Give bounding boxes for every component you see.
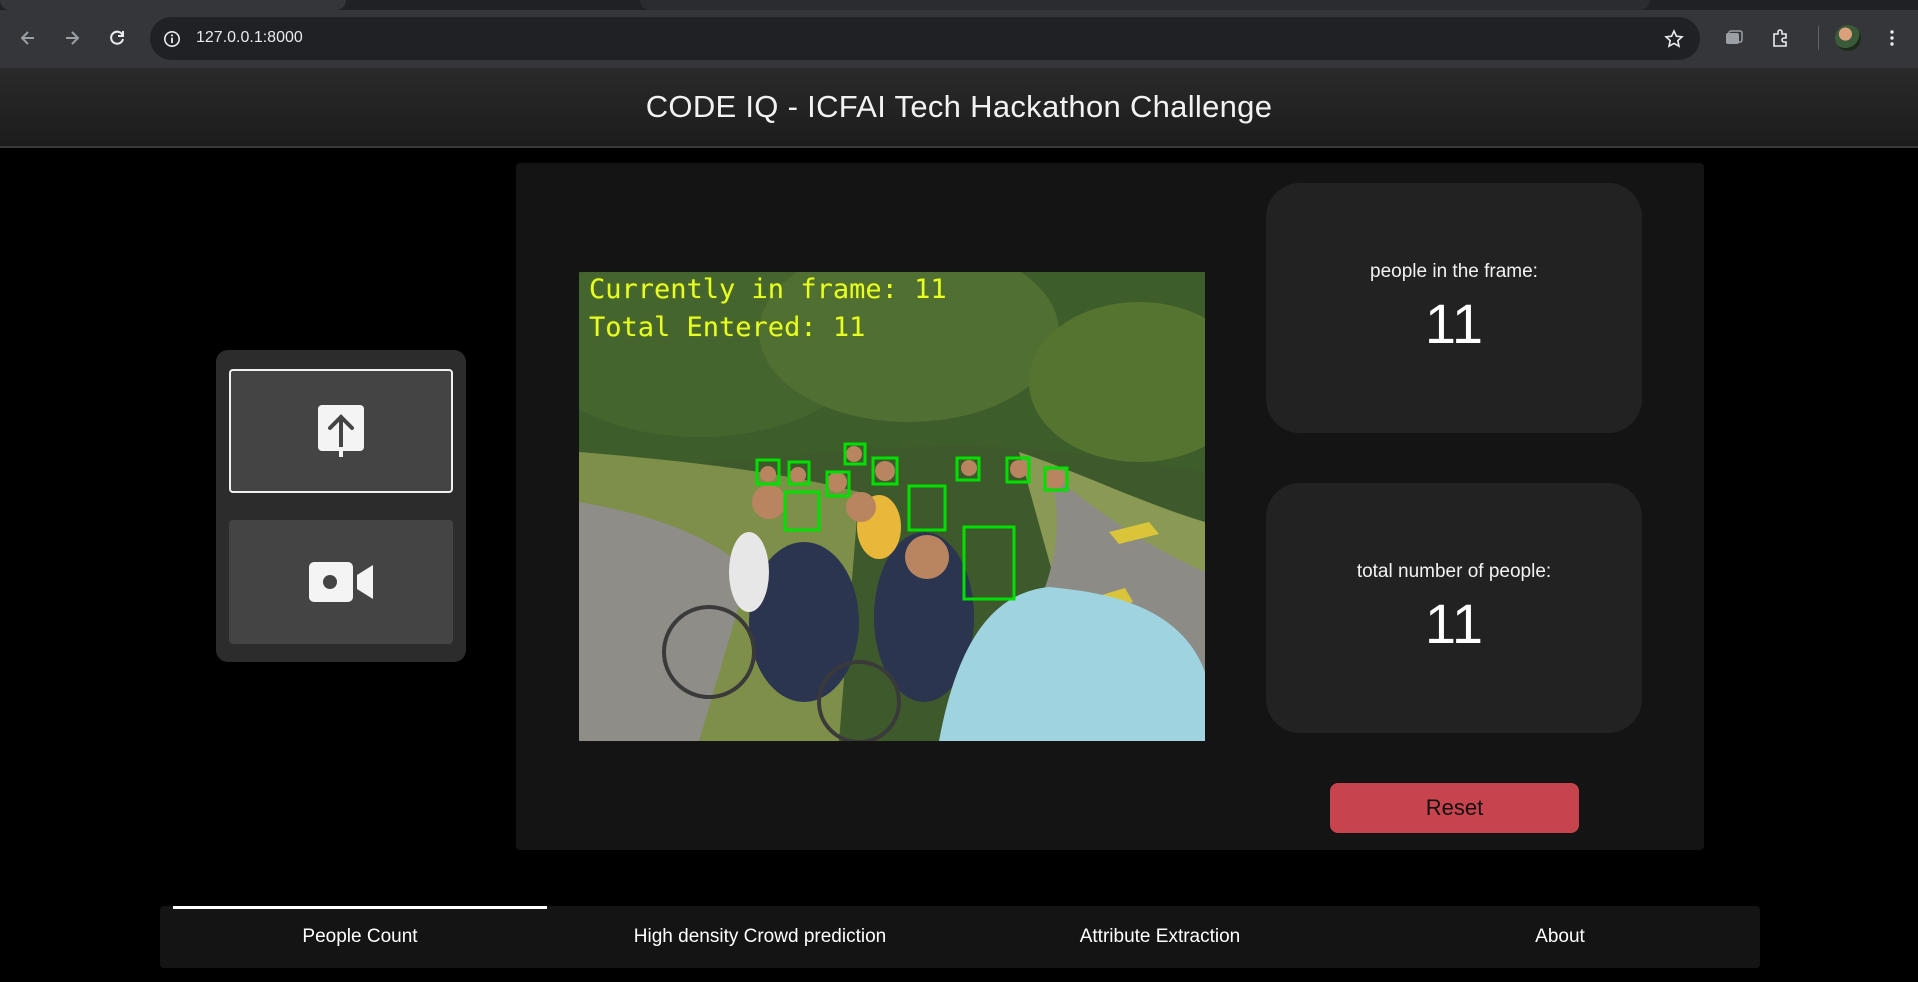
reload-icon[interactable] bbox=[101, 22, 133, 54]
site-info-icon[interactable] bbox=[160, 27, 184, 51]
bookmark-star-icon[interactable] bbox=[1662, 27, 1686, 51]
browser-toolbar: 127.0.0.1:8000 bbox=[0, 0, 1918, 68]
toolbar-divider bbox=[1818, 26, 1819, 50]
upload-button[interactable] bbox=[229, 369, 453, 493]
total-people-label: total number of people: bbox=[1356, 560, 1552, 582]
total-people-card: total number of people: 11 bbox=[1266, 483, 1642, 733]
upload-icon bbox=[318, 405, 364, 457]
tab-crowd-prediction[interactable]: High density Crowd prediction bbox=[560, 906, 960, 968]
people-in-frame-label: people in the frame: bbox=[1370, 260, 1538, 282]
reset-button[interactable]: Reset bbox=[1330, 783, 1579, 833]
url-text[interactable]: 127.0.0.1:8000 bbox=[196, 29, 303, 47]
overlay-current-count: Currently in frame: 11 bbox=[589, 274, 947, 305]
tab-search-icon[interactable] bbox=[1720, 24, 1748, 52]
forward-icon[interactable] bbox=[56, 22, 88, 54]
app-header: CODE IQ - ICFAI Tech Hackathon Challenge bbox=[0, 68, 1918, 148]
bottom-tab-bar: People Count High density Crowd predicti… bbox=[160, 906, 1760, 968]
video-camera-icon bbox=[309, 562, 373, 602]
main-panel: Currently in frame: 11 Total Entered: 11… bbox=[516, 163, 1704, 850]
extensions-icon[interactable] bbox=[1766, 24, 1794, 52]
browser-tab[interactable] bbox=[0, 0, 346, 10]
browser-tab[interactable] bbox=[640, 0, 1650, 10]
overlay-total-count: Total Entered: 11 bbox=[589, 312, 866, 343]
people-in-frame-card: people in the frame: 11 bbox=[1266, 183, 1642, 433]
address-bar[interactable]: 127.0.0.1:8000 bbox=[150, 17, 1700, 60]
tab-attribute-extraction[interactable]: Attribute Extraction bbox=[960, 906, 1360, 968]
profile-avatar[interactable] bbox=[1835, 25, 1861, 51]
input-mode-panel bbox=[216, 350, 466, 662]
tab-about[interactable]: About bbox=[1360, 906, 1760, 968]
detection-preview-image: Currently in frame: 11 Total Entered: 11 bbox=[579, 272, 1205, 741]
page-title: CODE IQ - ICFAI Tech Hackathon Challenge bbox=[645, 89, 1273, 124]
tab-strip bbox=[0, 0, 1918, 10]
tab-people-count[interactable]: People Count bbox=[160, 906, 560, 968]
back-icon[interactable] bbox=[12, 22, 44, 54]
people-in-frame-value: 11 bbox=[1424, 291, 1484, 355]
camera-button[interactable] bbox=[229, 520, 453, 644]
menu-icon[interactable] bbox=[1878, 24, 1906, 52]
total-people-value: 11 bbox=[1424, 591, 1484, 655]
